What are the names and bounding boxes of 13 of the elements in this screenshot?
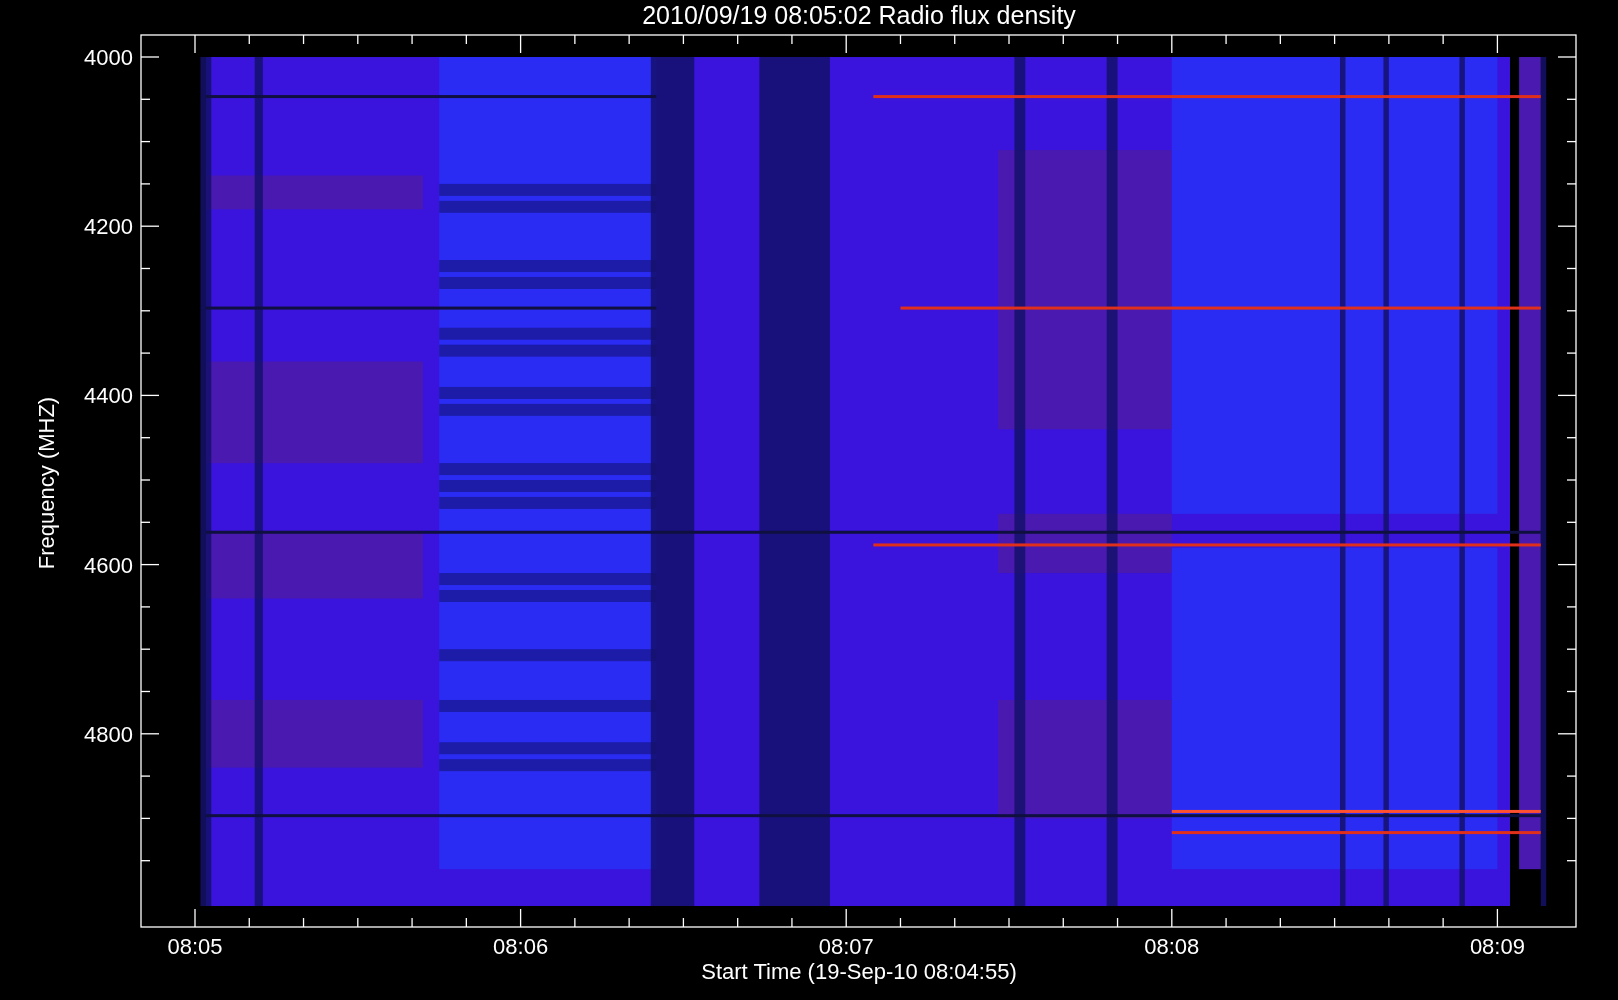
x-tick-label: 08:05 [167, 934, 223, 959]
x-tick-label: 08:06 [493, 934, 549, 959]
x-axis-title: Start Time (19-Sep-10 08:04:55) [701, 959, 1017, 984]
x-tick-label: 08:08 [1144, 934, 1200, 959]
x-tick-label: 08:07 [818, 934, 874, 959]
y-tick-label: 4400 [84, 383, 133, 409]
y-tick-label: 4600 [84, 552, 133, 578]
y-tick-label: 4800 [84, 721, 133, 747]
x-tick-label: 08:09 [1469, 934, 1525, 959]
y-tick-label: 4200 [84, 214, 133, 240]
y-tick-label: 4000 [84, 45, 133, 70]
chart-title: 2010/09/19 08:05:02 Radio flux density [642, 1, 1076, 29]
y-axis-title: Frequency (MHZ) [34, 396, 59, 570]
